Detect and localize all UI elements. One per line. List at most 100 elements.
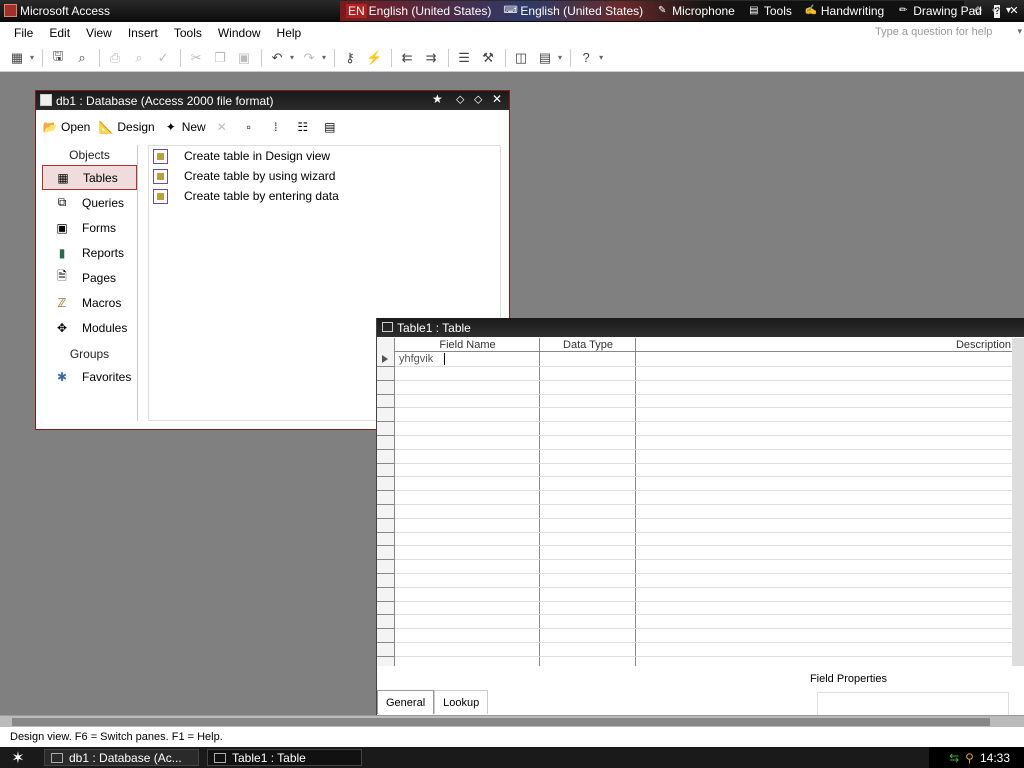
list-button[interactable]: ☷ bbox=[295, 119, 314, 135]
sidebar-item-reports[interactable]: ▮ Reports bbox=[42, 240, 137, 265]
new-object-icon[interactable]: ▤ bbox=[534, 47, 556, 69]
minimize-icon[interactable]: ⬦ bbox=[456, 92, 464, 107]
ask-question-input[interactable]: Type a question for help bbox=[872, 24, 1012, 42]
table-row[interactable] bbox=[377, 628, 1013, 630]
print-preview-icon[interactable]: ⌕ bbox=[128, 47, 150, 69]
delete-rows-icon[interactable]: ⇉ bbox=[420, 47, 442, 69]
save-icon[interactable]: 🖫 bbox=[47, 47, 69, 69]
keyboard-selector[interactable]: ⌨ English (United States) bbox=[497, 4, 649, 18]
redo-dropdown-icon[interactable]: ▾ bbox=[322, 53, 326, 62]
search-icon[interactable]: ⌕ bbox=[71, 47, 93, 69]
design-button[interactable]: 📐 Design bbox=[98, 119, 155, 135]
microphone-button[interactable]: ✎ Microphone bbox=[649, 4, 741, 18]
open-button[interactable]: 📂 Open bbox=[42, 119, 91, 135]
close-icon[interactable]: ✕ bbox=[492, 92, 502, 106]
row-selector-column[interactable] bbox=[377, 338, 395, 666]
menu-window[interactable]: Window bbox=[210, 26, 269, 40]
build-icon[interactable]: ⚒ bbox=[477, 47, 499, 69]
sidebar-item-macros[interactable]: ℤ Macros bbox=[42, 290, 137, 315]
column-header-description[interactable]: Description bbox=[636, 338, 1013, 352]
list-item[interactable]: Create table in Design view bbox=[149, 146, 500, 166]
help-icon[interactable]: ? bbox=[575, 47, 597, 69]
indexes-icon[interactable]: ⚡ bbox=[363, 47, 385, 69]
close-icon[interactable]: ✕ bbox=[1006, 2, 1022, 18]
table-row[interactable] bbox=[377, 642, 1013, 643]
field-name-input[interactable]: yhfgvik bbox=[399, 353, 433, 365]
column-header-field-name[interactable]: Field Name bbox=[395, 338, 540, 352]
small-icons-button[interactable]: ⁞ bbox=[268, 119, 287, 135]
sidebar-item-favorites[interactable]: ✱ Favorites bbox=[42, 364, 137, 389]
language-selector[interactable]: EN English (United States) bbox=[340, 4, 497, 18]
table-row[interactable] bbox=[377, 545, 1013, 547]
sidebar-item-pages[interactable]: 🗎 Pages bbox=[42, 265, 137, 290]
table-row[interactable] bbox=[377, 435, 1013, 436]
table-row[interactable] bbox=[377, 379, 1013, 381]
column-divider[interactable] bbox=[539, 338, 540, 666]
table-row[interactable] bbox=[377, 573, 1013, 574]
table-row[interactable] bbox=[377, 407, 1013, 409]
insert-rows-icon[interactable]: ⇇ bbox=[396, 47, 418, 69]
menu-edit[interactable]: Edit bbox=[41, 26, 78, 40]
tools-button[interactable]: ▤ Tools bbox=[741, 4, 798, 18]
sidebar-item-tables[interactable]: ▦ Tables bbox=[42, 165, 137, 190]
tab-lookup[interactable]: Lookup bbox=[434, 690, 489, 714]
pin-icon[interactable]: ★ bbox=[432, 92, 443, 106]
menu-insert[interactable]: Insert bbox=[120, 26, 166, 40]
column-divider[interactable] bbox=[635, 338, 636, 666]
taskbar-item-table[interactable]: Table1 : Table bbox=[207, 749, 362, 766]
print-icon[interactable]: ⎙ bbox=[104, 47, 126, 69]
restore-icon[interactable]: ⬦ bbox=[988, 2, 1004, 18]
search-icon[interactable]: ⚲ bbox=[965, 751, 974, 765]
vertical-scrollbar[interactable] bbox=[1012, 338, 1024, 688]
sidebar-item-modules[interactable]: ✥ Modules bbox=[42, 315, 137, 340]
copy-icon[interactable]: ❐ bbox=[209, 47, 231, 69]
table-row[interactable] bbox=[377, 366, 1013, 367]
column-header-data-type[interactable]: Data Type bbox=[540, 338, 636, 352]
list-item[interactable]: Create table by entering data bbox=[149, 186, 500, 206]
menu-tools[interactable]: Tools bbox=[166, 26, 210, 40]
table-row[interactable] bbox=[377, 559, 1013, 561]
cut-icon[interactable]: ✂ bbox=[185, 47, 207, 69]
details-button[interactable]: ▤ bbox=[322, 119, 341, 135]
database-window-icon[interactable]: ◫ bbox=[510, 47, 532, 69]
table-row[interactable] bbox=[377, 655, 1013, 657]
scrollbar-thumb[interactable] bbox=[12, 718, 990, 726]
table-row[interactable] bbox=[377, 614, 1013, 616]
table-row[interactable] bbox=[377, 462, 1013, 464]
horizontal-scrollbar[interactable] bbox=[0, 715, 1024, 727]
table-row[interactable] bbox=[377, 448, 1013, 450]
table-row[interactable] bbox=[377, 531, 1013, 533]
database-window-title-bar[interactable]: db1 : Database (Access 2000 file format)… bbox=[36, 91, 509, 110]
table-row[interactable] bbox=[377, 476, 1013, 478]
view-dropdown-icon[interactable]: ▾ bbox=[30, 53, 34, 62]
undo-icon[interactable]: ↶ bbox=[266, 47, 288, 69]
paste-icon[interactable]: ▣ bbox=[233, 47, 255, 69]
restore-icon[interactable]: ⬦ bbox=[474, 92, 482, 107]
groups-header[interactable]: Groups bbox=[42, 344, 137, 364]
list-item[interactable]: Create table by using wizard bbox=[149, 166, 500, 186]
menu-help[interactable]: Help bbox=[269, 26, 310, 40]
menu-view[interactable]: View bbox=[78, 26, 120, 40]
table-row[interactable] bbox=[377, 600, 1013, 602]
new-object-dropdown-icon[interactable]: ▾ bbox=[558, 53, 562, 62]
objects-header[interactable]: Objects bbox=[42, 145, 137, 165]
start-button[interactable]: ✶ bbox=[0, 747, 36, 768]
properties-icon[interactable]: ☰ bbox=[453, 47, 475, 69]
tab-general[interactable]: General bbox=[377, 690, 435, 714]
new-button[interactable]: ✦ New bbox=[163, 119, 206, 135]
table-row[interactable] bbox=[377, 586, 1013, 588]
menu-file[interactable]: File bbox=[6, 26, 41, 40]
clock[interactable]: 14:33 bbox=[980, 751, 1010, 765]
network-icon[interactable]: ⇆ bbox=[949, 751, 959, 765]
sidebar-item-queries[interactable]: ⧉ Queries bbox=[42, 190, 137, 215]
table-window-title-bar[interactable]: Table1 : Table bbox=[377, 318, 1024, 337]
table-row[interactable] bbox=[377, 393, 1013, 395]
table-row[interactable] bbox=[377, 504, 1013, 505]
handwriting-button[interactable]: ✍ Handwriting bbox=[798, 4, 890, 18]
view-icon[interactable]: ▦ bbox=[6, 47, 28, 69]
table-row[interactable] bbox=[377, 421, 1013, 423]
table-row[interactable] bbox=[377, 490, 1013, 492]
sidebar-item-forms[interactable]: ▣ Forms bbox=[42, 215, 137, 240]
large-icons-button[interactable]: ▫ bbox=[241, 119, 260, 135]
table-row[interactable] bbox=[377, 517, 1013, 519]
